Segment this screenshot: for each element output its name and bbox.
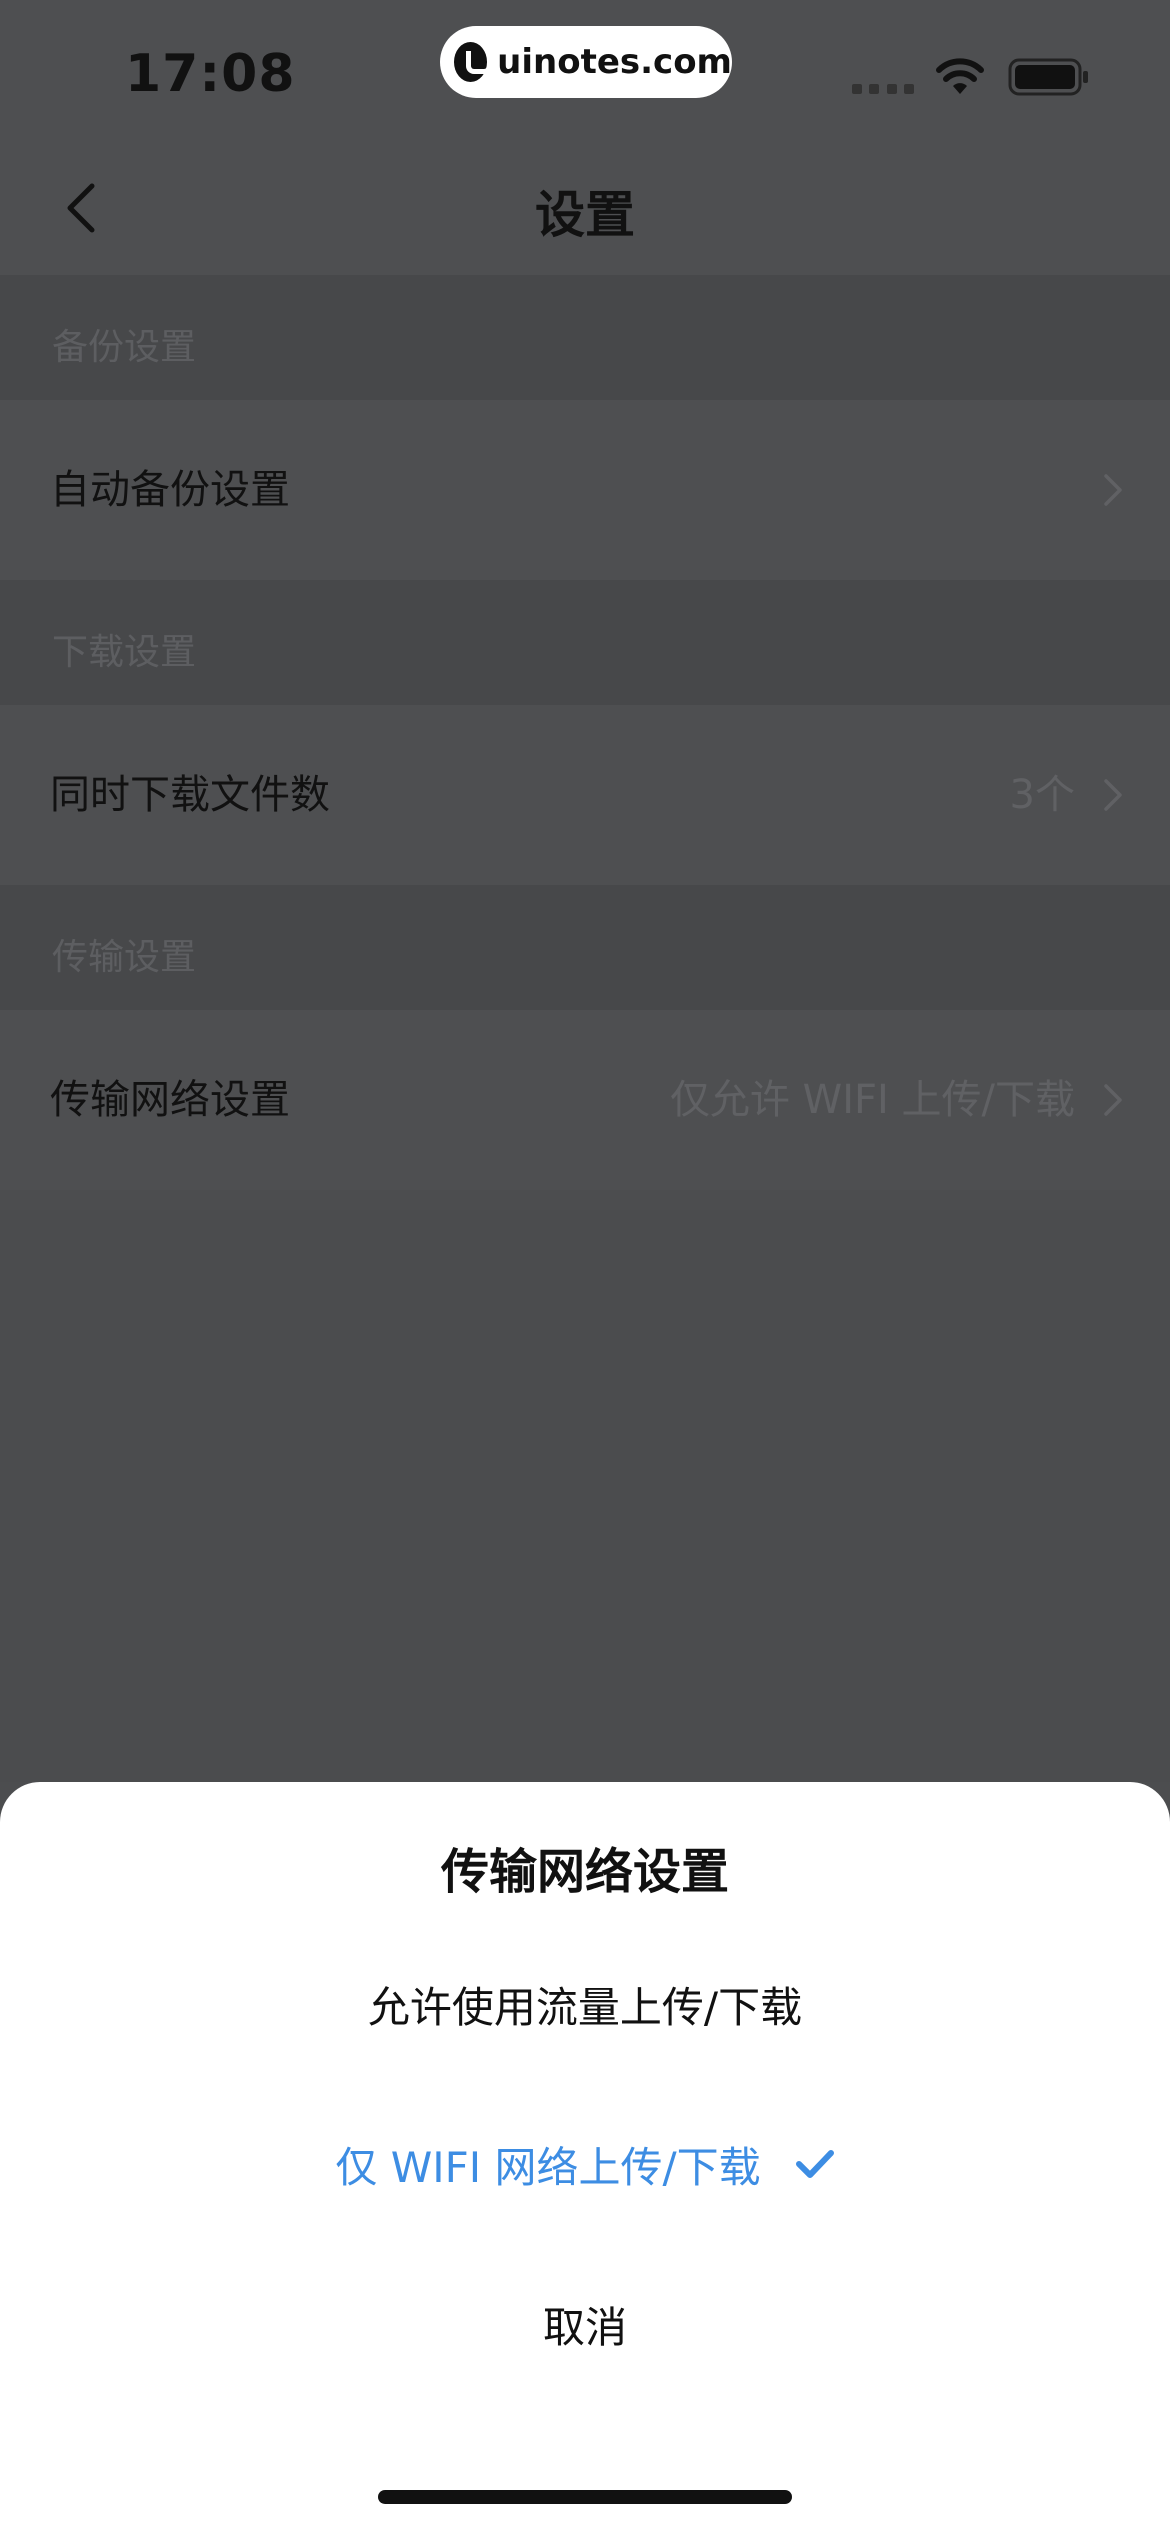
chevron-right-icon (1104, 1084, 1122, 1116)
nav-bar: 设置 (0, 140, 1170, 275)
chevron-right-icon (1104, 474, 1122, 506)
page-background (0, 1210, 1170, 1782)
status-time: 17:08 (125, 44, 296, 104)
watermark-text: uinotes.com (497, 42, 732, 82)
row-label: 自动备份设置 (50, 467, 290, 513)
check-icon (795, 2150, 834, 2178)
section-header-backup: 备份设置 (0, 275, 1170, 400)
section-header-label: 备份设置 (52, 327, 197, 368)
option-label: 允许使用流量上传/下载 (367, 1982, 803, 2032)
option-allow-cellular[interactable]: 允许使用流量上传/下载 (0, 1924, 1170, 2084)
row-label: 传输网络设置 (50, 1077, 290, 1123)
status-bar: 17:08 uinotes.com (0, 0, 1170, 140)
cancel-button[interactable]: 取消 (0, 2244, 1170, 2404)
sheet-title: 传输网络设置 (440, 1844, 729, 1900)
home-indicator (378, 2490, 792, 2504)
section-header-transfer: 传输设置 (0, 885, 1170, 1010)
row-concurrent-downloads[interactable]: 同时下载文件数 3个 (0, 705, 1170, 885)
row-value: 3个 (1009, 772, 1075, 818)
uinotes-logo-icon (454, 42, 493, 82)
network-settings-sheet: 传输网络设置 允许使用流量上传/下载 仅 WIFI 网络上传/下载 取消 (0, 1782, 1170, 2532)
row-value: 仅允许 WIFI 上传/下载 (669, 1077, 1075, 1123)
page-title: 设置 (535, 186, 635, 244)
row-auto-backup[interactable]: 自动备份设置 (0, 400, 1170, 580)
cancel-label: 取消 (542, 2302, 627, 2352)
battery-icon (1008, 58, 1088, 96)
option-wifi-only[interactable]: 仅 WIFI 网络上传/下载 (0, 2084, 1170, 2244)
row-label: 同时下载文件数 (50, 772, 330, 818)
signal-icon (852, 84, 914, 94)
watermark-badge: uinotes.com (440, 26, 732, 98)
chevron-right-icon (1104, 779, 1122, 811)
wifi-icon (936, 58, 984, 94)
row-transfer-network[interactable]: 传输网络设置 仅允许 WIFI 上传/下载 (0, 1010, 1170, 1190)
section-header-label: 传输设置 (52, 937, 197, 978)
section-header-download: 下载设置 (0, 580, 1170, 705)
section-header-label: 下载设置 (52, 632, 197, 673)
option-label: 仅 WIFI 网络上传/下载 (335, 2142, 761, 2192)
